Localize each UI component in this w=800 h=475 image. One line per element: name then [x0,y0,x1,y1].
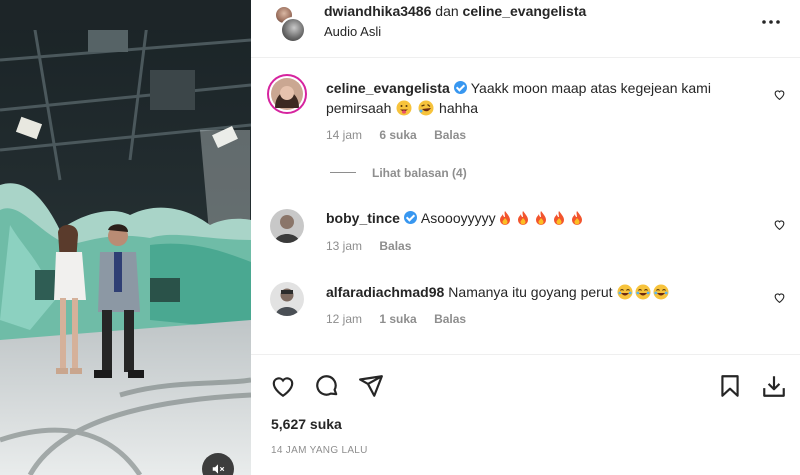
comment-time: 14 jam [326,128,363,142]
avatar [280,17,306,43]
comment-text: celine_evangelista Yaakk moon maap atas k… [326,78,756,118]
bookmark-icon[interactable] [717,373,743,399]
comment-text: boby_tince Asoooyyyyy [326,208,756,228]
comment-username[interactable]: boby_tince [326,210,400,226]
post-video[interactable] [0,0,251,475]
share-icon[interactable] [358,373,384,399]
fire-emoji [553,211,564,225]
reply-button[interactable]: Balas [379,239,411,253]
comment-username[interactable]: alfaradiachmad98 [326,284,444,300]
comment-time: 13 jam [326,239,363,253]
post-authors: dwiandhika3486 dan celine_evangelista [324,3,586,19]
author-username[interactable]: celine_evangelista [463,3,587,19]
comment-body-tail: hahha [439,100,478,116]
post-details-panel: dwiandhika3486 dan celine_evangelista Au… [251,0,800,475]
avatar-photo [271,78,303,110]
author-username[interactable]: dwiandhika3486 [324,3,431,19]
avatar-photo [270,209,304,243]
avatar-photo [270,282,304,316]
avatar[interactable] [267,74,307,114]
fire-emoji [535,211,546,225]
fire-emoji [571,211,582,225]
tongue-face-emoji [396,100,412,116]
collab-avatars[interactable] [270,5,310,45]
reply-button[interactable]: Balas [434,128,466,142]
comment-meta: 12 jam 1 suka Balas [326,312,480,326]
rolling-laughing-emoji [418,100,434,116]
fire-emoji [499,211,510,225]
view-replies-button[interactable]: Lihat balasan (4) [330,166,467,180]
comment-icon[interactable] [314,373,340,399]
more-icon[interactable] [759,10,783,34]
download-icon[interactable] [761,373,787,399]
heart-icon[interactable] [270,373,296,399]
joy-emoji [653,284,669,300]
comment-likes[interactable]: 6 suka [379,128,416,142]
comment-time: 12 jam [326,312,363,326]
mute-icon [212,464,225,474]
comment-username[interactable]: celine_evangelista [326,80,450,96]
verified-badge-icon [453,81,467,94]
replies-divider [330,172,356,173]
verified-badge-icon [403,211,417,224]
author-joiner: dan [435,3,459,19]
action-bar [251,354,800,414]
fire-emoji [517,211,528,225]
heart-icon[interactable] [773,88,786,101]
avatar[interactable] [270,209,304,243]
joy-emoji [617,284,633,300]
heart-icon[interactable] [773,291,786,304]
comment-text: alfaradiachmad98 Namanya itu goyang perut [326,282,756,302]
comment-likes[interactable]: 1 suka [379,312,416,326]
joy-emoji [635,284,651,300]
comment-meta: 14 jam 6 suka Balas [326,128,480,142]
comment-body: Asoooyyyyy [420,210,496,226]
comment-body: Namanya itu goyang perut [448,284,613,300]
audio-label[interactable]: Audio Asli [324,24,381,39]
studio-scene-image [0,0,251,475]
likes-count[interactable]: 5,627 suka [271,416,342,432]
heart-icon[interactable] [773,218,786,231]
avatar[interactable] [270,282,304,316]
post-timestamp: 14 JAM YANG LALU [271,445,368,456]
view-replies-label: Lihat balasan (4) [372,166,467,180]
reply-button[interactable]: Balas [434,312,466,326]
comment-meta: 13 jam Balas [326,239,425,253]
post-header: dwiandhika3486 dan celine_evangelista Au… [251,0,800,58]
